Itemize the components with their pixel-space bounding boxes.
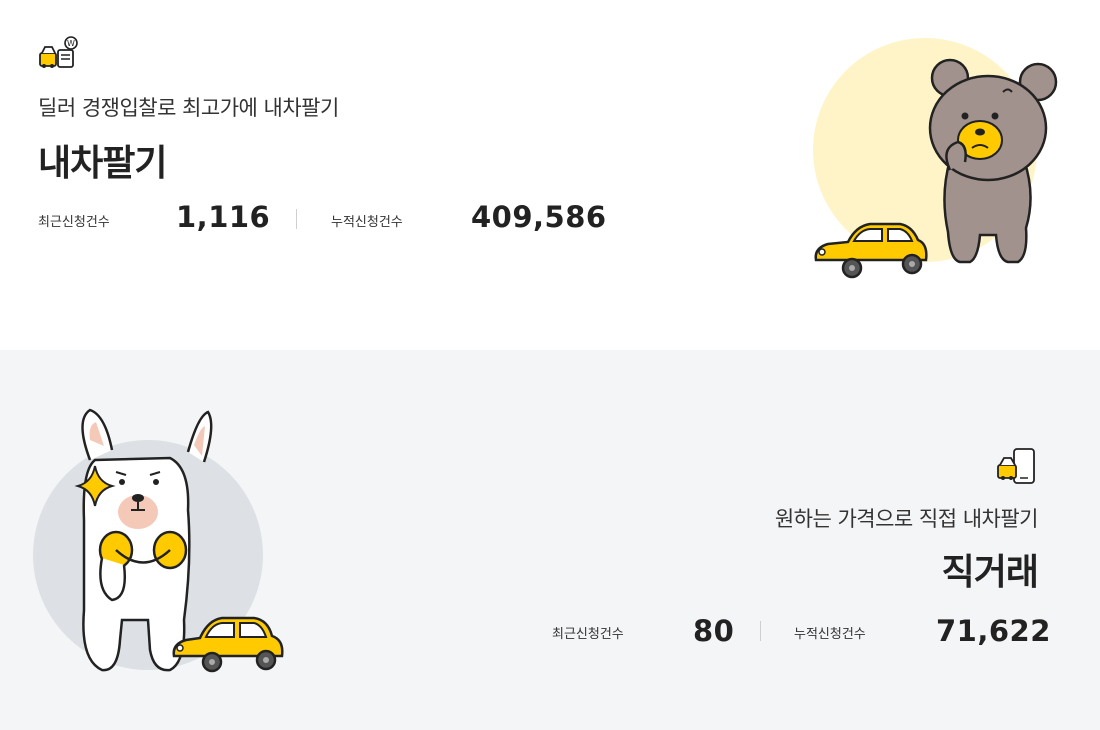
dealer-auction-subtitle: 딜러 경쟁입찰로 최고가에 내차팔기: [38, 96, 339, 120]
direct-trade-title[interactable]: 직거래: [942, 543, 1039, 595]
recent-requests-count: 1,116: [176, 200, 271, 234]
dealer-auction-section[interactable]: W 딜러 경쟁입찰로 최고가에 내차팔기 내차팔기 최근신청건수 1,116 누…: [0, 0, 1100, 350]
total-requests-count: 71,622: [936, 614, 1051, 648]
recent-requests-count: 80: [693, 614, 735, 648]
recent-requests-label: 최근신청건수: [552, 627, 624, 642]
dealer-auction-title[interactable]: 내차팔기: [38, 134, 167, 186]
direct-trade-icon: [996, 445, 1038, 487]
dealer-auction-icon: W: [38, 36, 80, 78]
recent-requests-label: 최근신청건수: [38, 215, 110, 230]
svg-text:W: W: [67, 39, 75, 48]
direct-trade-subtitle: 원하는 가격으로 직접 내차팔기: [774, 507, 1039, 531]
total-requests-label: 누적신청건수: [331, 215, 403, 230]
total-requests-label: 누적신청건수: [794, 627, 866, 642]
total-requests-count: 409,586: [471, 200, 607, 234]
stat-divider: [760, 621, 761, 641]
bear-car-illustration: [800, 20, 1080, 300]
alpaca-car-illustration: [20, 400, 300, 690]
stat-divider: [296, 209, 297, 229]
